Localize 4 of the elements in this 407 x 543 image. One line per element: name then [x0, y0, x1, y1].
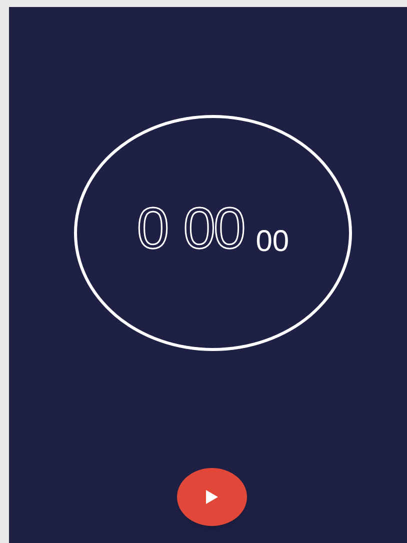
- seconds-text: 00: [183, 200, 244, 258]
- minutes-text: 0: [136, 200, 170, 258]
- play-icon: [206, 490, 218, 504]
- hundredths-text: 00: [256, 227, 290, 257]
